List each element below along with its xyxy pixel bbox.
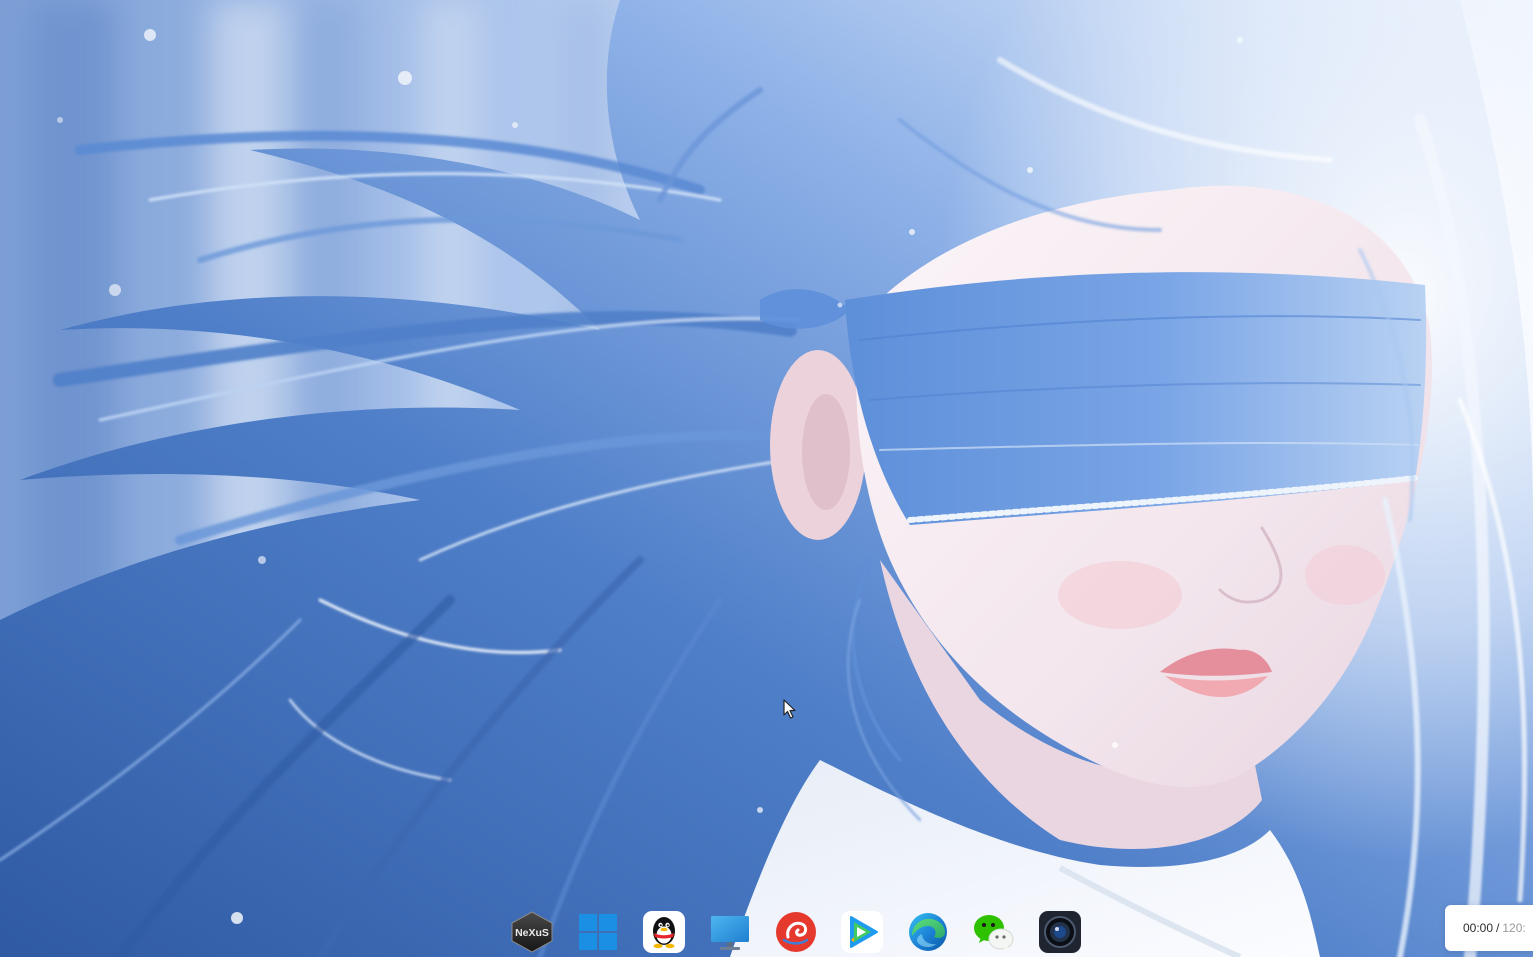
dock-item-nexus[interactable]: NeXuS: [510, 910, 554, 954]
qq-penguin-icon: [643, 911, 685, 953]
dock-item-windows-start[interactable]: [576, 910, 620, 954]
dock-item-tencent-video[interactable]: [840, 910, 884, 954]
mouse-pointer-icon: [783, 699, 796, 719]
dock-item-desktop[interactable]: [708, 910, 752, 954]
desktop-wallpaper: [0, 0, 1533, 957]
red-swirl-app-icon: [776, 912, 816, 952]
dock: NeXuS: [510, 910, 1082, 954]
tencent-video-icon: [841, 911, 883, 953]
dock-item-qq[interactable]: [642, 910, 686, 954]
windows-start-icon: [579, 914, 617, 950]
edge-browser-icon: [909, 913, 947, 951]
camera-icon: [1039, 911, 1081, 953]
dock-item-red-app[interactable]: [774, 910, 818, 954]
nexus-logo-text: NeXuS: [515, 927, 549, 939]
desktop-monitor-icon: [711, 916, 749, 950]
video-timer: 00:00/120:: [1445, 905, 1533, 951]
dock-item-edge[interactable]: [906, 910, 950, 954]
cheek-blush: [1305, 545, 1385, 605]
dock-item-camera[interactable]: [1038, 910, 1082, 954]
nexus-icon: NeXuS: [511, 911, 553, 953]
dock-item-wechat[interactable]: [972, 910, 1016, 954]
timer-total: 120:: [1502, 921, 1526, 935]
cheek-blush: [1058, 561, 1182, 629]
ear: [770, 350, 866, 540]
wechat-icon: [974, 915, 1014, 951]
timer-elapsed: 00:00: [1463, 921, 1494, 935]
timer-separator: /: [1496, 921, 1500, 935]
